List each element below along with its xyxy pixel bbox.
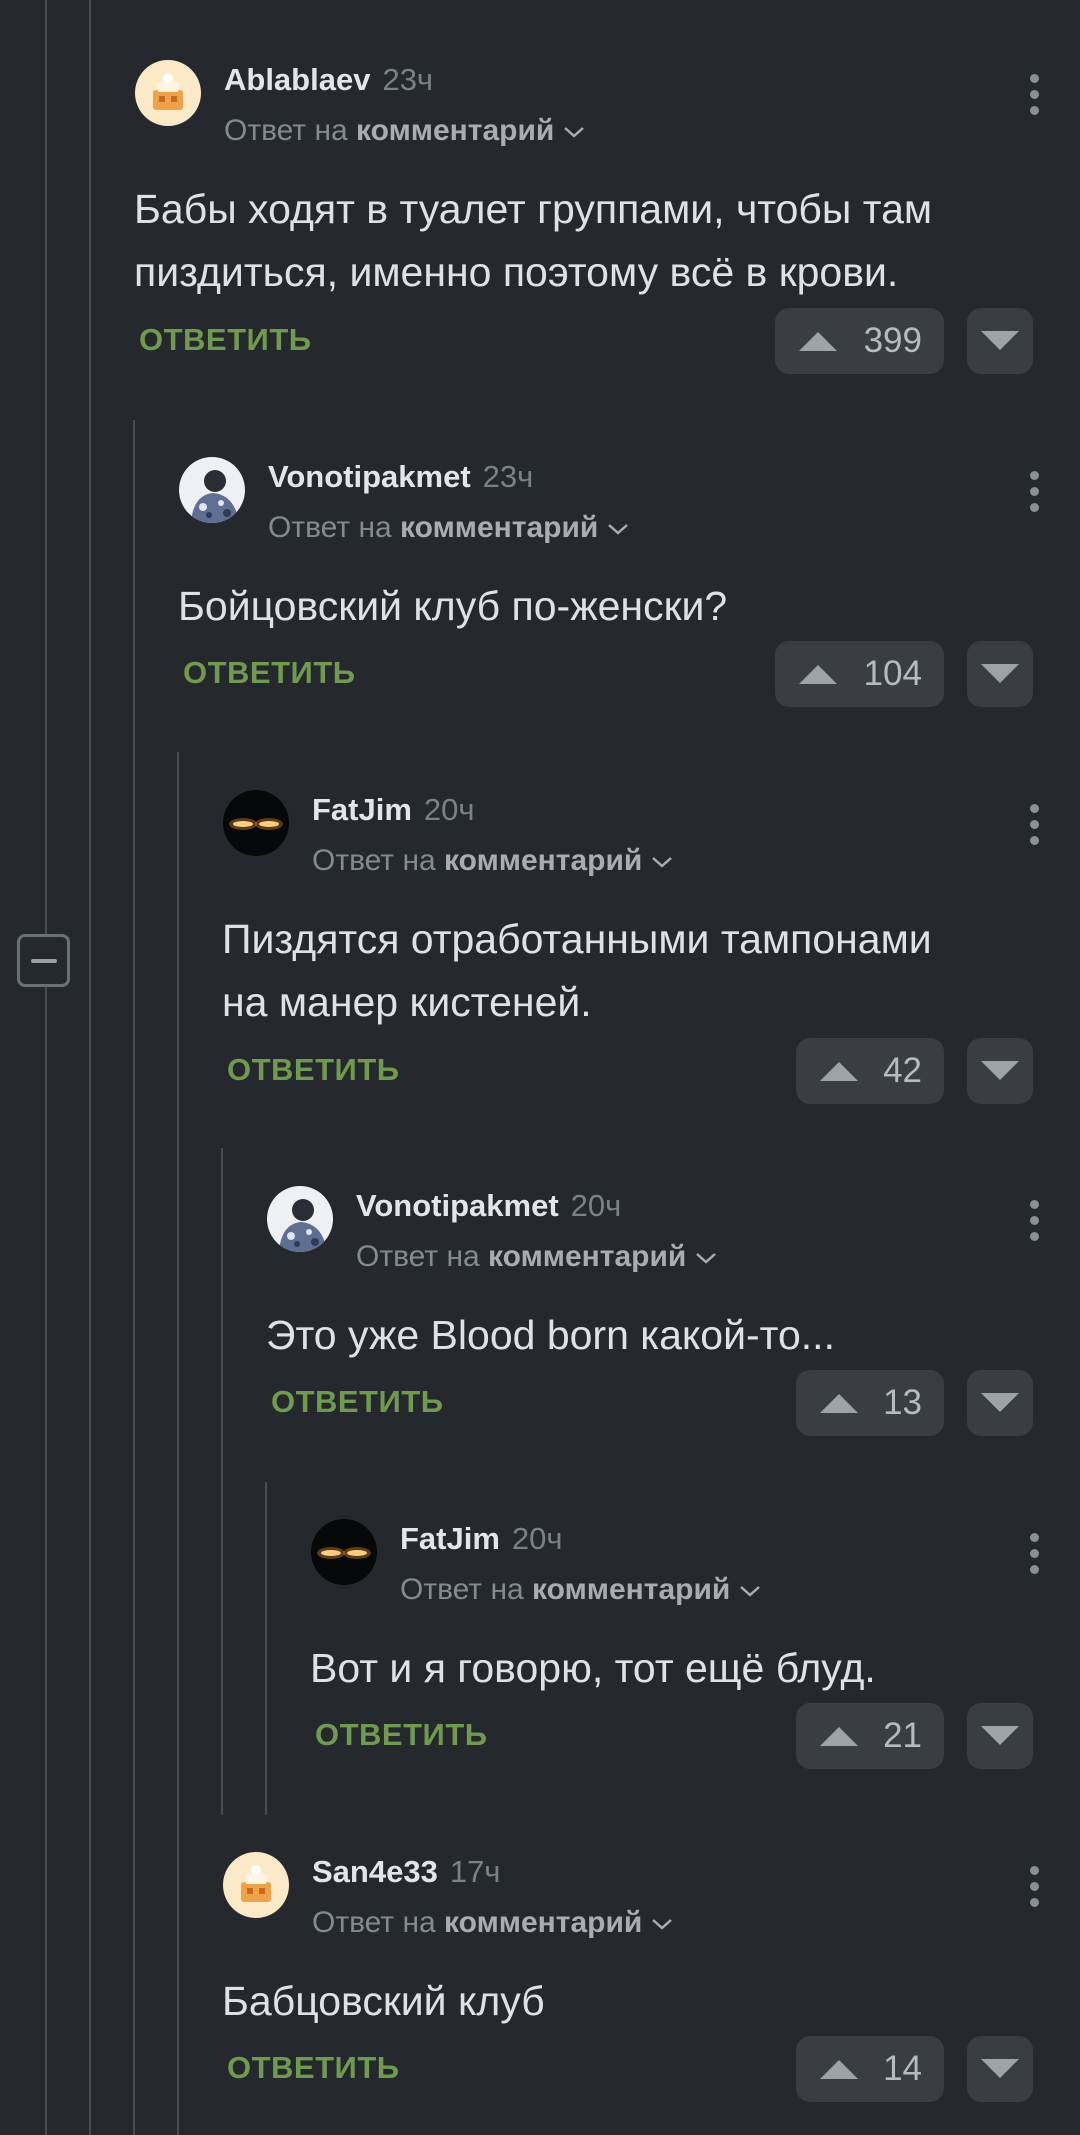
- chevron-down-icon: [740, 1586, 761, 1597]
- more-options-icon[interactable]: [1026, 471, 1042, 517]
- comment-text: Вот и я говорю, тот ещё блуд.: [310, 1645, 876, 1691]
- comment-time: 20ч: [423, 792, 475, 827]
- reply-button[interactable]: ОТВЕТИТЬ: [139, 322, 312, 358]
- thread-line[interactable]: [89, 0, 91, 2135]
- comment-author[interactable]: Ablablaev 23ч: [224, 62, 433, 98]
- arrow-up-icon: [799, 332, 837, 351]
- downvote-button[interactable]: [967, 308, 1033, 374]
- arrow-up-icon: [820, 1062, 858, 1081]
- upvote-button[interactable]: 399: [775, 308, 944, 374]
- reply-to-link[interactable]: Ответ на комментарий: [268, 511, 630, 545]
- upvote-button[interactable]: 14: [796, 2036, 944, 2102]
- vote-count: 21: [883, 1716, 922, 1755]
- reply-to-link[interactable]: Ответ на комментарий: [224, 114, 586, 148]
- upvote-button[interactable]: 104: [775, 641, 944, 707]
- minus-icon: [31, 959, 57, 963]
- comment-text: Бабы ходят в туалет группами, чтобы там п…: [134, 186, 933, 295]
- comment-text: Бабцовский клуб: [222, 1978, 545, 2024]
- reply-button[interactable]: ОТВЕТИТЬ: [183, 655, 356, 691]
- user-avatar[interactable]: [135, 60, 201, 126]
- arrow-down-icon: [981, 1061, 1019, 1080]
- collapse-thread-button[interactable]: [17, 934, 70, 987]
- vote-count: 399: [863, 321, 922, 360]
- more-options-icon[interactable]: [1026, 804, 1042, 850]
- user-avatar[interactable]: [311, 1519, 377, 1585]
- comment-time: 17ч: [449, 1854, 501, 1889]
- arrow-up-icon: [820, 2060, 858, 2079]
- reply-to-link[interactable]: Ответ на комментарий: [312, 1906, 674, 1940]
- vote-count: 104: [863, 654, 922, 693]
- reply-to-link[interactable]: Ответ на комментарий: [400, 1573, 762, 1607]
- reply-button[interactable]: ОТВЕТИТЬ: [227, 1052, 400, 1088]
- comment-time: 23ч: [482, 459, 534, 494]
- more-options-icon[interactable]: [1026, 1866, 1042, 1912]
- comment-text: Это уже Blood born какой-то...: [266, 1312, 835, 1358]
- glowing-eyes-avatar-icon: [311, 1519, 377, 1585]
- camo-person-avatar-icon: [179, 457, 245, 523]
- comment-time: 20ч: [511, 1521, 563, 1556]
- reply-button[interactable]: ОТВЕТИТЬ: [271, 1384, 444, 1420]
- user-avatar[interactable]: [179, 457, 245, 523]
- downvote-button[interactable]: [967, 1703, 1033, 1769]
- cake-avatar-icon: [135, 60, 201, 126]
- comment-thread: Ablablaev 23ч Ответ на комментарий Бабы х…: [0, 0, 1080, 2135]
- comment-time: 20ч: [570, 1188, 622, 1223]
- camo-person-avatar-icon: [267, 1186, 333, 1252]
- downvote-button[interactable]: [967, 1038, 1033, 1104]
- reply-button[interactable]: ОТВЕТИТЬ: [315, 1717, 488, 1753]
- comment-author[interactable]: Vonotipakmet 23ч: [268, 459, 533, 495]
- chevron-down-icon: [652, 1919, 673, 1930]
- user-avatar[interactable]: [223, 1852, 289, 1918]
- comment-author[interactable]: FatJim 20ч: [312, 792, 475, 828]
- arrow-up-icon: [799, 665, 837, 684]
- reply-to-link[interactable]: Ответ на комментарий: [312, 844, 674, 878]
- comment-text: Пиздятся отработанными тампонами на манер…: [222, 916, 932, 1025]
- chevron-down-icon: [696, 1253, 717, 1264]
- thread-line[interactable]: [221, 1148, 223, 1815]
- user-avatar[interactable]: [267, 1186, 333, 1252]
- glowing-eyes-avatar-icon: [223, 790, 289, 856]
- arrow-up-icon: [820, 1727, 858, 1746]
- upvote-button[interactable]: 42: [796, 1038, 944, 1104]
- thread-line[interactable]: [177, 752, 179, 2135]
- thread-line[interactable]: [265, 1482, 267, 1815]
- arrow-down-icon: [981, 331, 1019, 350]
- comment-author[interactable]: Vonotipakmet 20ч: [356, 1188, 621, 1224]
- user-avatar[interactable]: [223, 790, 289, 856]
- vote-count: 42: [883, 1051, 922, 1090]
- upvote-button[interactable]: 21: [796, 1703, 944, 1769]
- thread-line[interactable]: [133, 420, 135, 2135]
- downvote-button[interactable]: [967, 1370, 1033, 1436]
- more-options-icon[interactable]: [1026, 1200, 1042, 1246]
- reply-button[interactable]: ОТВЕТИТЬ: [227, 2050, 400, 2086]
- chevron-down-icon: [564, 127, 585, 138]
- comment-author[interactable]: San4e33 17ч: [312, 1854, 500, 1890]
- upvote-button[interactable]: 13: [796, 1370, 944, 1436]
- more-options-icon[interactable]: [1026, 74, 1042, 120]
- arrow-down-icon: [981, 664, 1019, 683]
- comment-text: Бойцовский клуб по-женски?: [178, 583, 728, 629]
- arrow-down-icon: [981, 1393, 1019, 1412]
- comment-author[interactable]: FatJim 20ч: [400, 1521, 563, 1557]
- arrow-down-icon: [981, 1726, 1019, 1745]
- vote-count: 14: [883, 2049, 922, 2088]
- downvote-button[interactable]: [967, 641, 1033, 707]
- thread-line[interactable]: [45, 0, 47, 2135]
- comment-time: 23ч: [382, 62, 434, 97]
- arrow-down-icon: [981, 2059, 1019, 2078]
- downvote-button[interactable]: [967, 2036, 1033, 2102]
- chevron-down-icon: [652, 857, 673, 868]
- arrow-up-icon: [820, 1394, 858, 1413]
- vote-count: 13: [883, 1383, 922, 1422]
- more-options-icon[interactable]: [1026, 1533, 1042, 1579]
- chevron-down-icon: [608, 524, 629, 535]
- reply-to-link[interactable]: Ответ на комментарий: [356, 1240, 718, 1274]
- cake-avatar-icon: [223, 1852, 289, 1918]
